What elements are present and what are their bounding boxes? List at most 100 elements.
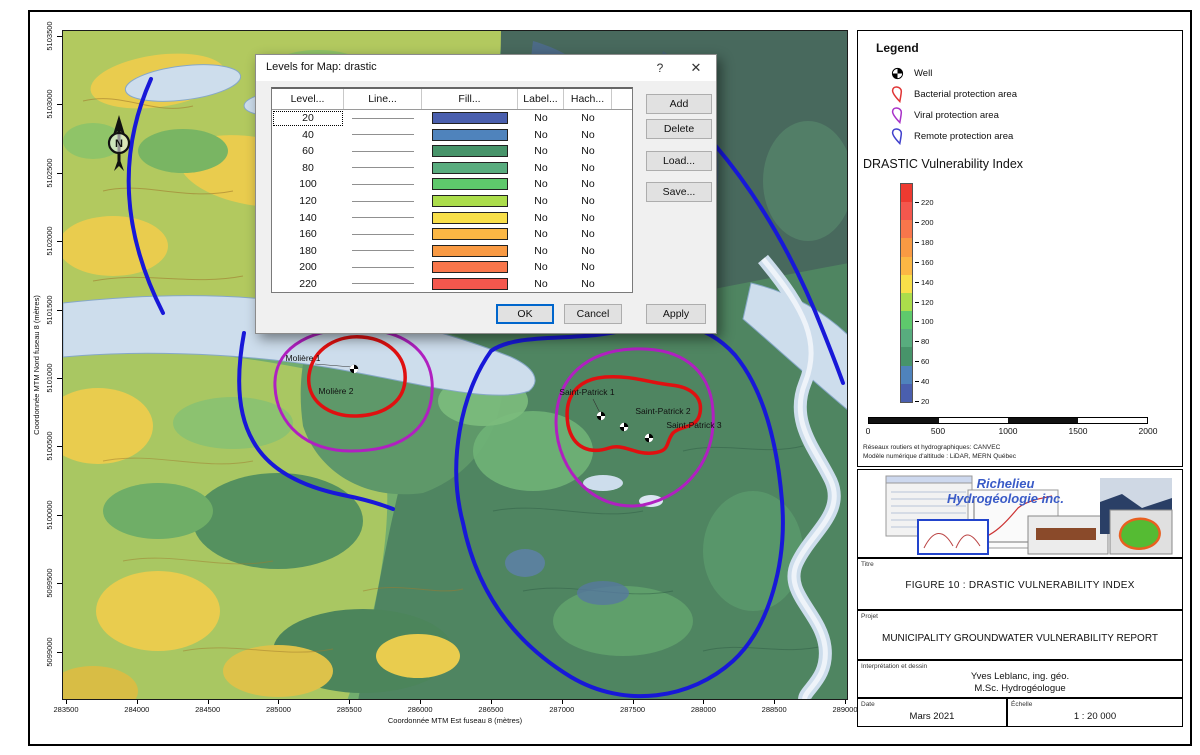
level-row[interactable]: 20 NoNo xyxy=(272,110,632,127)
hach-flag[interactable]: No xyxy=(564,176,612,193)
label-flag[interactable]: No xyxy=(518,127,564,144)
column-header-fill[interactable]: Fill... xyxy=(422,89,518,109)
label-flag[interactable]: No xyxy=(518,143,564,160)
label-flag[interactable]: No xyxy=(518,176,564,193)
load-button[interactable]: Load... xyxy=(646,151,712,171)
level-value[interactable]: 100 xyxy=(272,176,344,193)
fill-color-cell[interactable] xyxy=(422,143,518,160)
level-value[interactable]: 120 xyxy=(272,193,344,210)
label-flag[interactable]: No xyxy=(518,110,564,127)
hach-flag[interactable]: No xyxy=(564,259,612,276)
line-style-cell[interactable] xyxy=(344,176,422,193)
hach-flag[interactable]: No xyxy=(564,110,612,127)
fill-color-swatch[interactable] xyxy=(432,112,508,124)
column-header-level[interactable]: Level... xyxy=(272,89,344,109)
line-style-cell[interactable] xyxy=(344,275,422,292)
level-row[interactable]: 160 NoNo xyxy=(272,226,632,243)
dialog-titlebar[interactable]: Levels for Map: drastic ? ✕ xyxy=(256,55,716,81)
company-logo-box: Richelieu Hydrogéologie inc. xyxy=(857,469,1183,558)
line-style-cell[interactable] xyxy=(344,226,422,243)
level-value[interactable]: 60 xyxy=(272,143,344,160)
scale-bar-label: 1000 xyxy=(999,426,1018,436)
level-value[interactable]: 200 xyxy=(272,259,344,276)
line-style-cell[interactable] xyxy=(344,209,422,226)
fill-color-swatch[interactable] xyxy=(432,145,508,157)
line-style-cell[interactable] xyxy=(344,160,422,177)
level-value[interactable]: 40 xyxy=(272,127,344,144)
hach-flag[interactable]: No xyxy=(564,209,612,226)
column-header-line[interactable]: Line... xyxy=(344,89,422,109)
level-row[interactable]: 180 NoNo xyxy=(272,242,632,259)
label-flag[interactable]: No xyxy=(518,242,564,259)
ok-button[interactable]: OK xyxy=(496,304,554,324)
fill-color-cell[interactable] xyxy=(422,127,518,144)
fill-color-cell[interactable] xyxy=(422,176,518,193)
hach-flag[interactable]: No xyxy=(564,242,612,259)
fill-color-swatch[interactable] xyxy=(432,245,508,257)
level-value[interactable]: 180 xyxy=(272,242,344,259)
fill-color-cell[interactable] xyxy=(422,242,518,259)
line-style-cell[interactable] xyxy=(344,143,422,160)
level-row[interactable]: 60 NoNo xyxy=(272,143,632,160)
hach-flag[interactable]: No xyxy=(564,193,612,210)
label-flag[interactable]: No xyxy=(518,275,564,292)
level-row[interactable]: 100 NoNo xyxy=(272,176,632,193)
apply-button[interactable]: Apply xyxy=(646,304,706,324)
hach-flag[interactable]: No xyxy=(564,226,612,243)
fill-color-swatch[interactable] xyxy=(432,129,508,141)
save-button[interactable]: Save... xyxy=(646,182,712,202)
level-value[interactable]: 160 xyxy=(272,226,344,243)
fill-color-swatch[interactable] xyxy=(432,195,508,207)
level-value[interactable]: 220 xyxy=(272,275,344,292)
level-row[interactable]: 140 NoNo xyxy=(272,209,632,226)
label-flag[interactable]: No xyxy=(518,259,564,276)
level-row[interactable]: 80 NoNo xyxy=(272,160,632,177)
well-marker-moliere[interactable] xyxy=(350,365,358,373)
well-marker-saint-patrick-2[interactable] xyxy=(620,423,628,431)
line-style-sample xyxy=(352,217,414,218)
level-value[interactable]: 80 xyxy=(272,160,344,177)
label-flag[interactable]: No xyxy=(518,160,564,177)
column-header-label[interactable]: Label... xyxy=(518,89,564,109)
fill-color-cell[interactable] xyxy=(422,259,518,276)
well-marker-saint-patrick-3[interactable] xyxy=(645,434,653,442)
delete-button[interactable]: Delete xyxy=(646,119,712,139)
fill-color-cell[interactable] xyxy=(422,209,518,226)
fill-color-swatch[interactable] xyxy=(432,162,508,174)
label-flag[interactable]: No xyxy=(518,209,564,226)
help-icon[interactable]: ? xyxy=(644,55,676,81)
fill-color-cell[interactable] xyxy=(422,160,518,177)
level-row[interactable]: 200 NoNo xyxy=(272,259,632,276)
fill-color-cell[interactable] xyxy=(422,275,518,292)
well-marker-saint-patrick-1[interactable] xyxy=(597,412,605,420)
column-header-hach[interactable]: Hach... xyxy=(564,89,612,109)
line-style-cell[interactable] xyxy=(344,110,422,127)
cancel-button[interactable]: Cancel xyxy=(564,304,622,324)
fill-color-swatch[interactable] xyxy=(432,228,508,240)
line-style-cell[interactable] xyxy=(344,127,422,144)
fill-color-swatch[interactable] xyxy=(432,212,508,224)
line-style-cell[interactable] xyxy=(344,242,422,259)
line-style-cell[interactable] xyxy=(344,259,422,276)
x-tick-mark xyxy=(208,700,209,704)
hach-flag[interactable]: No xyxy=(564,127,612,144)
hach-flag[interactable]: No xyxy=(564,275,612,292)
fill-color-swatch[interactable] xyxy=(432,178,508,190)
line-style-cell[interactable] xyxy=(344,193,422,210)
fill-color-cell[interactable] xyxy=(422,193,518,210)
hach-flag[interactable]: No xyxy=(564,160,612,177)
close-icon[interactable]: ✕ xyxy=(680,55,712,81)
level-row[interactable]: 120 NoNo xyxy=(272,193,632,210)
add-button[interactable]: Add xyxy=(646,94,712,114)
fill-color-cell[interactable] xyxy=(422,226,518,243)
fill-color-swatch[interactable] xyxy=(432,278,508,290)
level-row[interactable]: 220 NoNo xyxy=(272,275,632,292)
fill-color-cell[interactable] xyxy=(422,110,518,127)
label-flag[interactable]: No xyxy=(518,193,564,210)
fill-color-swatch[interactable] xyxy=(432,261,508,273)
level-value[interactable]: 140 xyxy=(272,209,344,226)
level-value[interactable]: 20 xyxy=(272,110,344,127)
label-flag[interactable]: No xyxy=(518,226,564,243)
level-row[interactable]: 40 NoNo xyxy=(272,127,632,144)
hach-flag[interactable]: No xyxy=(564,143,612,160)
